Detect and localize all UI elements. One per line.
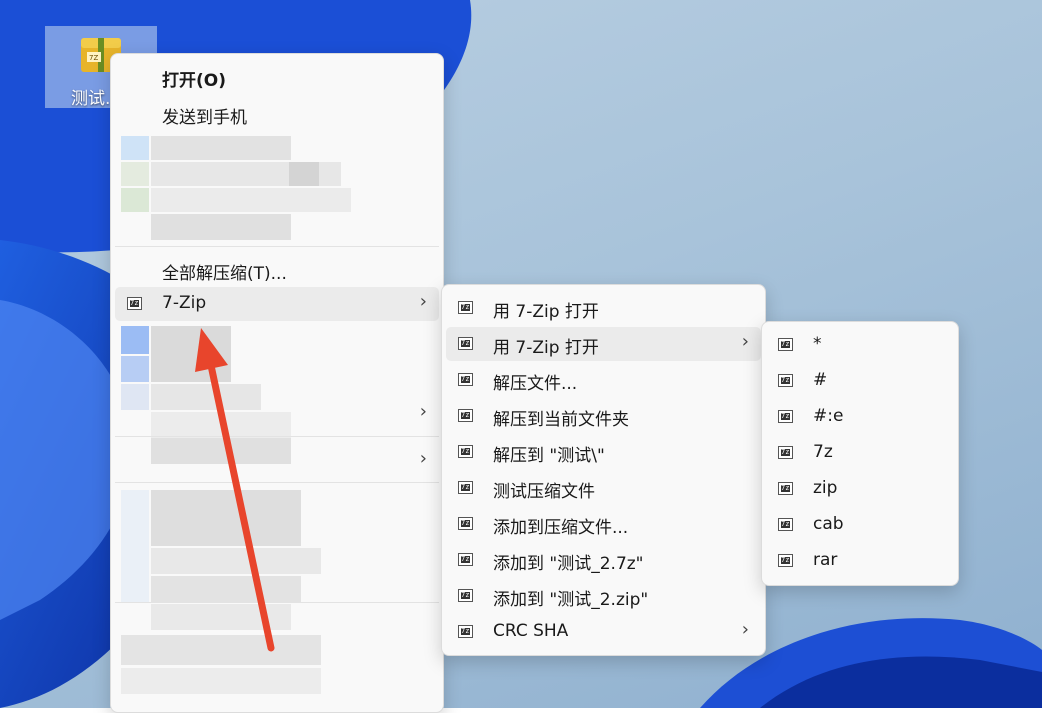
7zip-icon xyxy=(458,553,473,566)
7zip-menu-item[interactable]: 解压到当前文件夹 xyxy=(446,399,761,433)
7zip-menu-item[interactable]: 添加到 "测试_2.7z" xyxy=(446,543,761,577)
context-menu: 打开(O) 发送到手机 全部解压缩(T)... 7-Zip › › › xyxy=(110,53,444,713)
chevron-right-icon: › xyxy=(741,331,749,352)
7zip-menu-item[interactable]: 解压文件... xyxy=(446,363,761,397)
7zip-icon xyxy=(458,517,473,530)
open-with-submenu: * # #:e 7z zip cab rar xyxy=(761,321,959,586)
open-with-item[interactable]: * xyxy=(766,328,954,362)
blurred-menu-items xyxy=(119,490,419,710)
open-with-item[interactable]: rar xyxy=(766,544,954,578)
7zip-menu-item[interactable]: 解压到 "测试\" xyxy=(446,435,761,469)
menu-item-open[interactable]: 打开(O) xyxy=(115,60,439,94)
menu-separator xyxy=(115,436,439,437)
7zip-menu-item-label: 解压到 "测试\" xyxy=(493,446,605,466)
7zip-menu-item-label: 添加到 "测试_2.zip" xyxy=(493,590,649,610)
7zip-menu-item[interactable]: 添加到 "测试_2.zip" xyxy=(446,579,761,613)
menu-item-extract-all[interactable]: 全部解压缩(T)... xyxy=(115,253,439,287)
svg-text:7Z: 7Z xyxy=(89,54,98,62)
open-with-item[interactable]: cab xyxy=(766,508,954,542)
7zip-menu-item[interactable]: 测试压缩文件 xyxy=(446,471,761,505)
7zip-icon xyxy=(778,482,793,495)
menu-separator xyxy=(115,602,439,603)
7zip-icon xyxy=(778,338,793,351)
menu-item-7zip[interactable]: 7-Zip › xyxy=(115,287,439,321)
7zip-icon xyxy=(458,589,473,602)
blurred-menu-items xyxy=(119,134,351,244)
7zip-icon xyxy=(778,410,793,423)
7zip-menu-item-label: 添加到压缩文件... xyxy=(493,518,629,538)
menu-item-send-to-phone[interactable]: 发送到手机 xyxy=(115,97,439,131)
7zip-menu-item[interactable]: 用 7-Zip 打开 xyxy=(446,291,761,325)
7zip-menu-item-label: 添加到 "测试_2.7z" xyxy=(493,554,644,574)
open-with-item-label: 7z xyxy=(813,442,833,462)
open-with-item-label: #:e xyxy=(813,406,844,426)
menu-separator xyxy=(115,246,439,247)
chevron-right-icon: › xyxy=(741,619,749,640)
7zip-menu-item-label: 解压到当前文件夹 xyxy=(493,410,629,430)
7zip-menu-item[interactable]: CRC SHA › xyxy=(446,615,761,649)
7zip-menu-item-label: 用 7-Zip 打开 xyxy=(493,302,599,322)
blurred-menu-items xyxy=(119,326,419,466)
menu-item-label: 7-Zip xyxy=(162,293,207,313)
7zip-menu-item-label: 用 7-Zip 打开 xyxy=(493,338,599,358)
7zip-icon xyxy=(778,446,793,459)
open-with-item[interactable]: #:e xyxy=(766,400,954,434)
menu-item-label: 打开(O) xyxy=(162,71,226,91)
7zip-icon xyxy=(127,297,142,310)
open-with-item-label: zip xyxy=(813,478,838,498)
7zip-icon xyxy=(458,301,473,314)
chevron-right-icon: › xyxy=(419,448,427,469)
menu-separator xyxy=(115,482,439,483)
7zip-icon xyxy=(778,374,793,387)
7zip-icon xyxy=(778,518,793,531)
7zip-submenu: 用 7-Zip 打开用 7-Zip 打开 › 解压文件... 解压到当前文件夹解压到 … xyxy=(441,284,766,656)
open-with-item[interactable]: zip xyxy=(766,472,954,506)
7zip-icon xyxy=(458,373,473,386)
7zip-icon xyxy=(458,337,473,350)
open-with-item[interactable]: # xyxy=(766,364,954,398)
7zip-menu-item-label: 解压文件... xyxy=(493,374,578,394)
desktop-file-label: 测试. xyxy=(71,89,111,109)
7zip-icon xyxy=(778,554,793,567)
7zip-icon xyxy=(458,625,473,638)
7zip-menu-item[interactable]: 用 7-Zip 打开 › xyxy=(446,327,761,361)
menu-item-label: 全部解压缩(T)... xyxy=(162,264,287,284)
open-with-item-label: * xyxy=(813,334,822,354)
7zip-icon xyxy=(458,445,473,458)
7zip-menu-item[interactable]: 添加到压缩文件... xyxy=(446,507,761,541)
chevron-right-icon: › xyxy=(419,291,427,312)
7zip-icon xyxy=(458,481,473,494)
menu-item-label: 发送到手机 xyxy=(162,108,247,128)
7zip-menu-item-label: 测试压缩文件 xyxy=(493,482,595,502)
chevron-right-icon: › xyxy=(419,401,427,422)
open-with-item-label: rar xyxy=(813,550,838,570)
open-with-item[interactable]: 7z xyxy=(766,436,954,470)
7zip-icon xyxy=(458,409,473,422)
open-with-item-label: # xyxy=(813,370,828,390)
7zip-menu-item-label: CRC SHA xyxy=(493,621,569,641)
open-with-item-label: cab xyxy=(813,514,844,534)
